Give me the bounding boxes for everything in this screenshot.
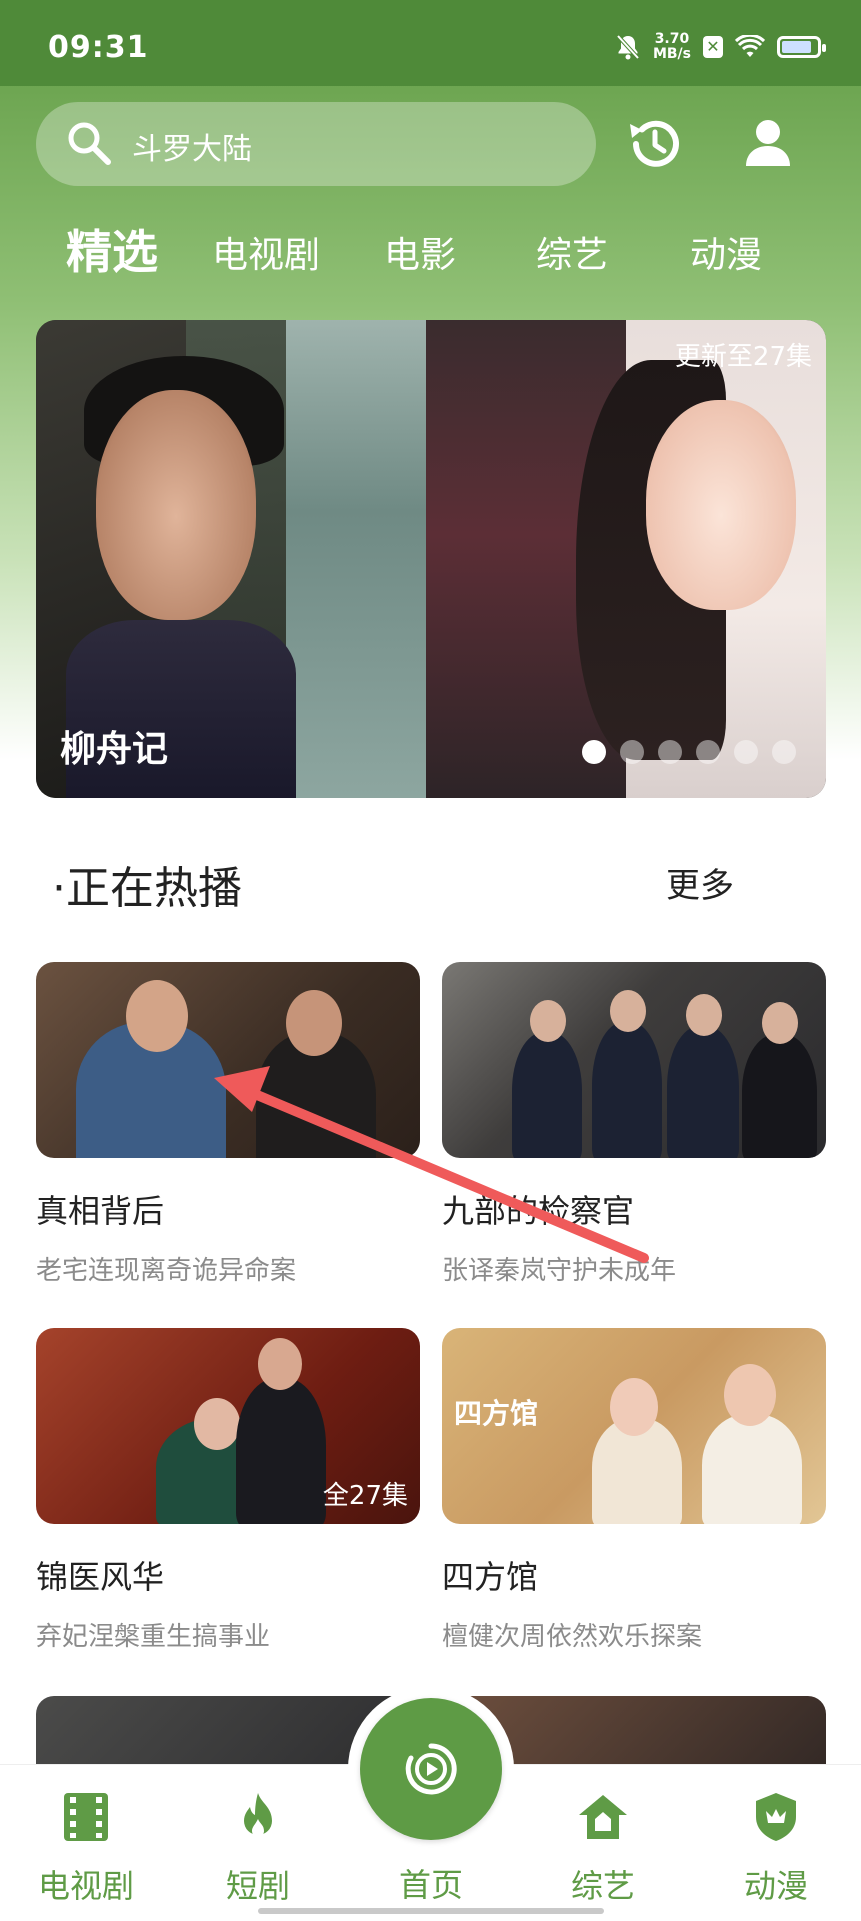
pagination-dot[interactable] bbox=[658, 740, 682, 764]
bell-mute-icon bbox=[616, 34, 640, 60]
show-subtitle: 老宅连现离奇诡异命案 bbox=[36, 1256, 297, 1286]
show-logo-text: 四方馆 bbox=[454, 1397, 539, 1430]
thumb-figure bbox=[610, 990, 646, 1032]
status-icons: 3.70 MB/s ✕ bbox=[615, 30, 826, 64]
status-bar: 09:31 3.70 MB/s ✕ bbox=[0, 0, 861, 86]
banner-figure-face bbox=[646, 400, 796, 610]
thumb-figure bbox=[724, 1364, 776, 1426]
nav-home[interactable] bbox=[360, 1698, 502, 1840]
show-card[interactable]: 九部的检察官 张译秦岚守护未成年 bbox=[442, 962, 826, 1287]
tab-variety[interactable]: 综艺 bbox=[536, 226, 608, 278]
pagination-dot[interactable] bbox=[696, 740, 720, 764]
pagination-dot[interactable] bbox=[582, 740, 606, 764]
nav-anime[interactable]: 动漫 bbox=[706, 1765, 846, 1915]
show-subtitle: 檀健次周依然欢乐探案 bbox=[442, 1622, 703, 1652]
pagination-dot[interactable] bbox=[620, 740, 644, 764]
banner-art-panel bbox=[286, 320, 426, 798]
thumb-figure bbox=[610, 1378, 658, 1436]
show-subtitle: 弃妃涅槃重生搞事业 bbox=[36, 1622, 271, 1652]
banner-title: 柳舟记 bbox=[60, 729, 169, 770]
gesture-home-indicator[interactable] bbox=[258, 1908, 604, 1914]
nav-label: 动漫 bbox=[743, 1867, 808, 1905]
shield-icon bbox=[756, 1793, 796, 1841]
nav-short-drama[interactable]: 短剧 bbox=[188, 1765, 328, 1915]
history-icon[interactable] bbox=[622, 112, 686, 176]
nav-label: 综艺 bbox=[570, 1867, 635, 1905]
thumb-figure bbox=[286, 990, 342, 1056]
nav-variety[interactable]: 综艺 bbox=[533, 1765, 673, 1915]
show-title: 九部的检察官 bbox=[442, 1192, 635, 1230]
profile-icon[interactable] bbox=[736, 112, 800, 176]
wifi-icon bbox=[735, 35, 765, 57]
featured-banner[interactable]: 更新至27集 柳舟记 bbox=[36, 320, 826, 798]
thumb-figure bbox=[592, 1022, 662, 1158]
sim-x-icon: ✕ bbox=[703, 36, 723, 58]
thumb-figure bbox=[236, 1378, 326, 1524]
show-card[interactable]: 全27集 锦医风华 弃妃涅槃重生搞事业 bbox=[36, 1328, 420, 1653]
nav-tv-series[interactable]: 电视剧 bbox=[16, 1765, 156, 1915]
search-icon bbox=[68, 122, 111, 165]
thumb-figure bbox=[126, 980, 188, 1052]
search-bar[interactable]: 斗罗大陆 bbox=[36, 102, 596, 186]
tab-movies[interactable]: 电影 bbox=[384, 226, 456, 278]
nav-label: 电视剧 bbox=[37, 1867, 134, 1905]
banner-update-badge: 更新至27集 bbox=[674, 342, 812, 372]
pagination-dot[interactable] bbox=[734, 740, 758, 764]
tab-anime[interactable]: 动漫 bbox=[690, 226, 762, 278]
show-card[interactable]: 四方馆 四方馆 檀健次周依然欢乐探案 bbox=[442, 1328, 826, 1653]
banner-figure-face bbox=[96, 390, 256, 620]
show-title: 真相背后 bbox=[36, 1192, 165, 1230]
tab-tv-series[interactable]: 电视剧 bbox=[212, 226, 320, 278]
play-circle-icon bbox=[405, 1743, 457, 1795]
show-thumbnail[interactable]: 四方馆 bbox=[442, 1328, 826, 1524]
pagination-dot[interactable] bbox=[772, 740, 796, 764]
nav-label: 短剧 bbox=[225, 1867, 290, 1905]
thumb-figure bbox=[762, 1002, 798, 1044]
thumb-figure bbox=[686, 994, 722, 1036]
show-title: 四方馆 bbox=[442, 1558, 539, 1596]
status-time: 09:31 bbox=[48, 30, 149, 65]
battery-icon bbox=[777, 36, 826, 58]
thumb-figure bbox=[530, 1000, 566, 1042]
show-thumbnail[interactable] bbox=[442, 962, 826, 1158]
more-link[interactable]: 更多 bbox=[666, 858, 734, 907]
thumb-figure bbox=[702, 1414, 802, 1524]
thumb-figure bbox=[742, 1034, 817, 1158]
episode-badge: 全27集 bbox=[322, 1481, 408, 1511]
tab-featured[interactable]: 精选 bbox=[66, 216, 158, 282]
house-icon bbox=[579, 1795, 627, 1839]
flame-icon bbox=[244, 1793, 272, 1837]
film-strip-icon bbox=[64, 1793, 108, 1841]
thumb-figure bbox=[667, 1026, 739, 1158]
show-card[interactable]: 真相背后 老宅连现离奇诡异命案 bbox=[36, 962, 420, 1287]
nav-label: 首页 bbox=[398, 1866, 463, 1904]
section-title: ·正在热播 bbox=[52, 863, 242, 914]
category-tabs: 精选 电视剧 电影 综艺 动漫 bbox=[0, 216, 861, 286]
thumb-figure bbox=[258, 1338, 302, 1390]
show-thumbnail[interactable]: 全27集 bbox=[36, 1328, 420, 1524]
show-thumbnail[interactable] bbox=[36, 962, 420, 1158]
network-speed: 3.70 MB/s bbox=[652, 31, 691, 62]
battery-level bbox=[782, 41, 811, 53]
thumb-figure bbox=[194, 1398, 240, 1450]
show-subtitle: 张译秦岚守护未成年 bbox=[442, 1256, 677, 1286]
banner-pagination bbox=[582, 740, 796, 764]
thumb-figure bbox=[512, 1032, 582, 1158]
search-input-placeholder[interactable]: 斗罗大陆 bbox=[132, 124, 252, 168]
show-title: 锦医风华 bbox=[36, 1558, 165, 1596]
